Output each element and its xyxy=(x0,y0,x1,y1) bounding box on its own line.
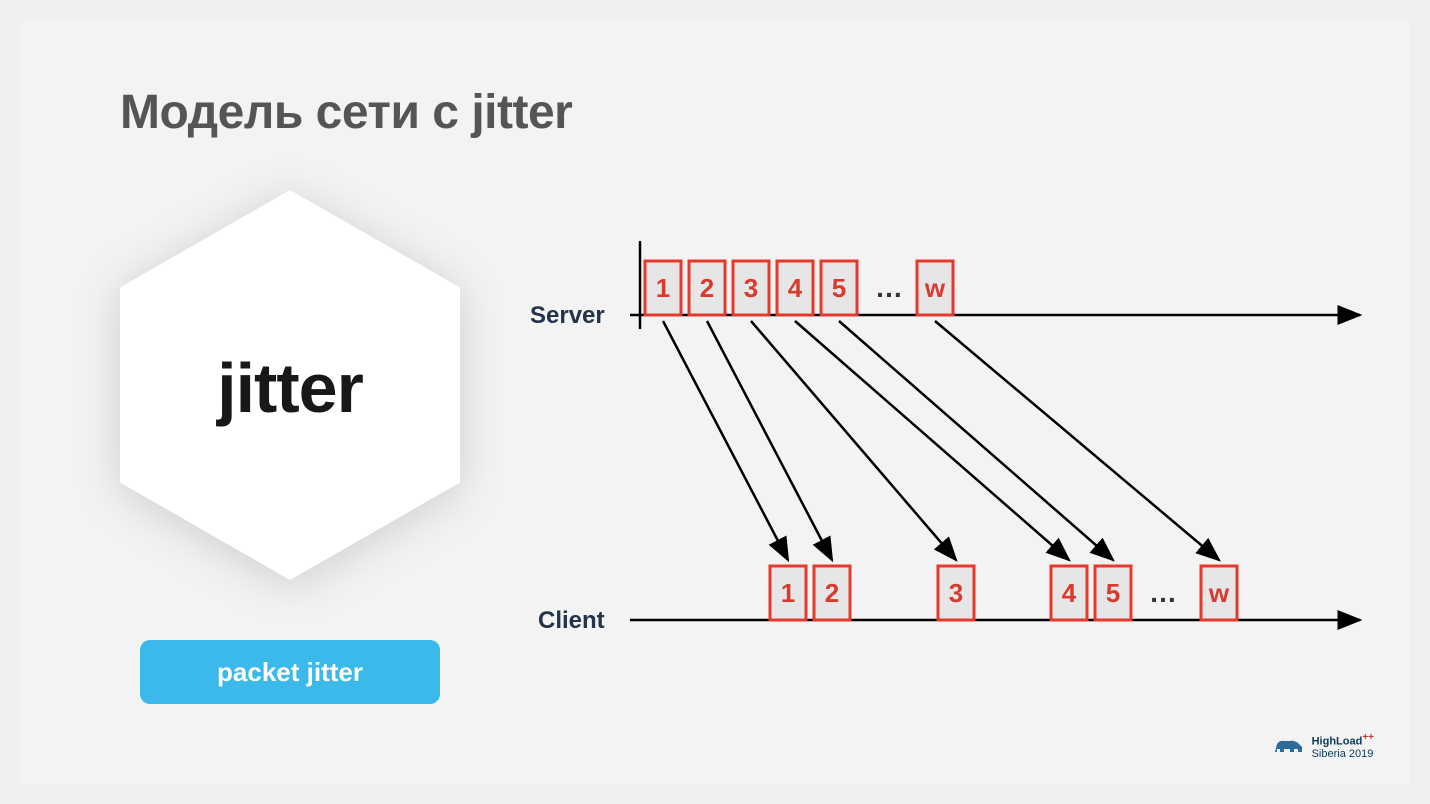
svg-text:Client: Client xyxy=(538,607,605,634)
network-jitter-diagram: ServerClient12345…w12345…w xyxy=(500,220,1380,650)
svg-text:4: 4 xyxy=(1062,578,1077,608)
footer-sub: Siberia 2019 xyxy=(1312,748,1374,760)
svg-text:1: 1 xyxy=(781,578,795,608)
hexagon-container: jitter xyxy=(120,190,460,580)
svg-text:…: … xyxy=(875,272,903,303)
footer-brand: HighLoad xyxy=(1312,736,1363,748)
svg-text:2: 2 xyxy=(700,273,714,303)
svg-text:…: … xyxy=(1149,577,1177,608)
packet-jitter-badge: packet jitter xyxy=(140,640,440,704)
svg-text:5: 5 xyxy=(832,273,846,303)
svg-text:2: 2 xyxy=(825,578,839,608)
svg-text:w: w xyxy=(1208,578,1230,608)
svg-text:1: 1 xyxy=(656,273,670,303)
svg-text:3: 3 xyxy=(949,578,963,608)
svg-text:5: 5 xyxy=(1106,578,1120,608)
slide-title: Модель сети с jitter xyxy=(120,85,572,140)
footer-plus: ++ xyxy=(1362,732,1374,743)
bear-icon xyxy=(1272,736,1306,756)
hexagon-label: jitter xyxy=(217,348,363,428)
footer-branding: HighLoad++ Siberia 2019 xyxy=(1272,732,1374,760)
svg-text:w: w xyxy=(924,273,946,303)
svg-text:Server: Server xyxy=(530,302,605,329)
svg-text:3: 3 xyxy=(744,273,758,303)
svg-text:4: 4 xyxy=(788,273,803,303)
